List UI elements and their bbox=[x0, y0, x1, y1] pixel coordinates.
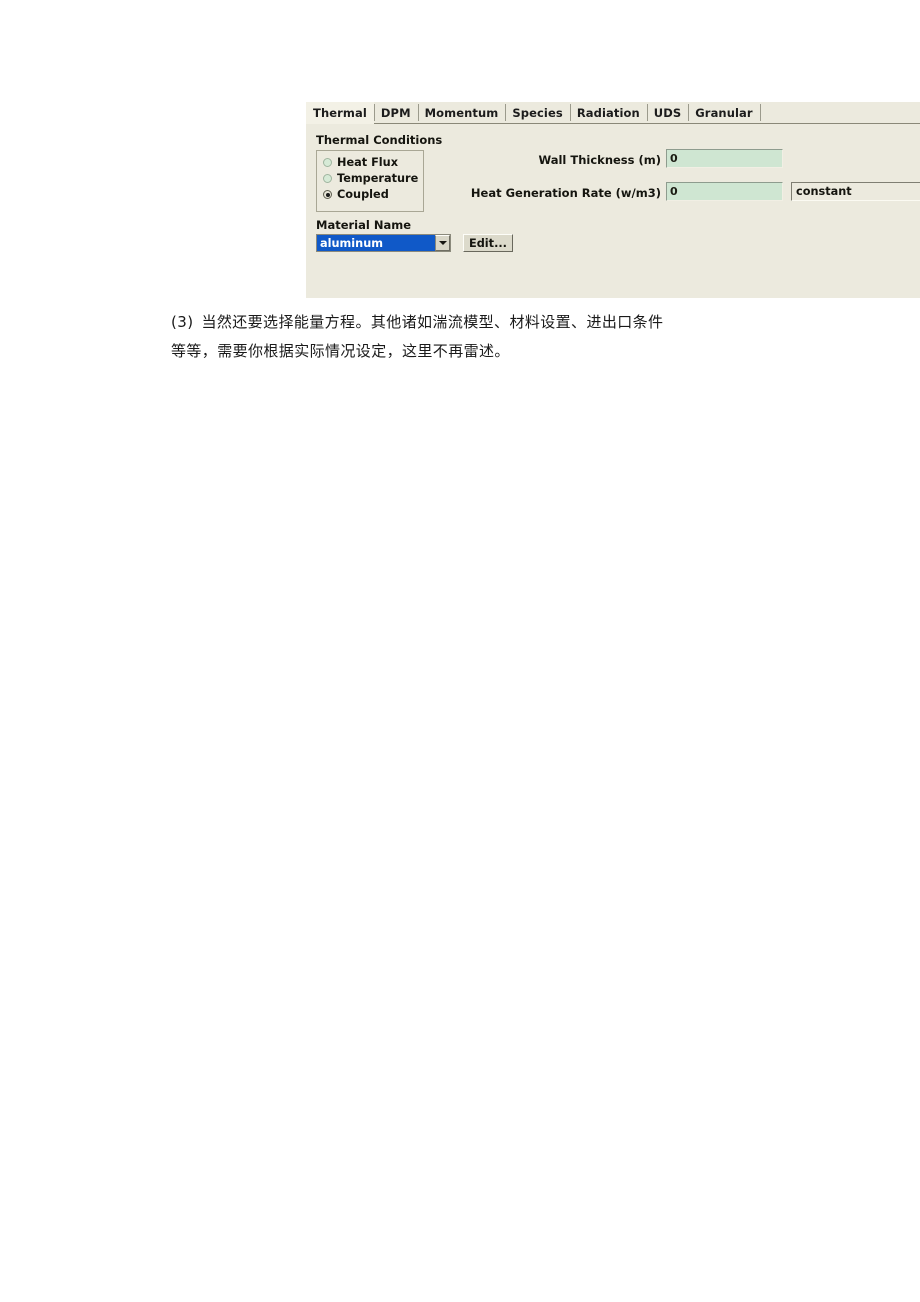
wall-boundary-condition-panel: Thermal DPM Momentum Species Radiation U… bbox=[306, 102, 920, 298]
radio-temperature-label: Temperature bbox=[337, 172, 419, 185]
radio-coupled-label: Coupled bbox=[337, 188, 389, 201]
chevron-down-icon[interactable] bbox=[435, 235, 450, 251]
tab-dpm[interactable]: DPM bbox=[373, 102, 418, 123]
tab-uds-label: UDS bbox=[653, 105, 682, 120]
material-name-value: aluminum bbox=[317, 235, 435, 251]
tab-granular[interactable]: Granular bbox=[688, 102, 760, 123]
tab-strip-filler bbox=[761, 102, 920, 123]
tab-thermal[interactable]: Thermal bbox=[306, 102, 374, 124]
wall-thickness-input[interactable]: 0 bbox=[666, 149, 783, 168]
document-paragraph: (3) 当然还要选择能量方程。其他诸如湍流模型、材料设置、进出口条件 等等，需要你… bbox=[171, 308, 791, 366]
radio-button-icon bbox=[323, 174, 332, 183]
tab-dpm-label: DPM bbox=[380, 105, 411, 120]
radio-heat-flux-label: Heat Flux bbox=[337, 156, 398, 169]
tab-species[interactable]: Species bbox=[505, 102, 570, 123]
wall-thickness-label: Wall Thickness (m) bbox=[538, 153, 661, 167]
tab-radiation[interactable]: Radiation bbox=[569, 102, 647, 123]
thermal-conditions-group: Heat Flux Temperature Coupled bbox=[316, 150, 424, 212]
radio-heat-flux[interactable]: Heat Flux bbox=[323, 155, 398, 170]
tab-momentum[interactable]: Momentum bbox=[417, 102, 506, 123]
tab-thermal-label: Thermal bbox=[313, 105, 367, 120]
tab-momentum-label: Momentum bbox=[424, 105, 499, 120]
radio-button-selected-icon bbox=[323, 190, 332, 199]
radio-coupled[interactable]: Coupled bbox=[323, 187, 389, 202]
tab-radiation-label: Radiation bbox=[576, 105, 640, 120]
heat-generation-rate-label: Heat Generation Rate (w/m3) bbox=[470, 186, 661, 200]
tab-uds[interactable]: UDS bbox=[646, 102, 689, 123]
heat-generation-rate-input[interactable]: 0 bbox=[666, 182, 783, 201]
thermal-conditions-label: Thermal Conditions bbox=[316, 133, 443, 147]
paragraph-number: (3) bbox=[171, 313, 194, 331]
tab-species-label: Species bbox=[512, 105, 563, 120]
edit-material-button[interactable]: Edit... bbox=[463, 234, 513, 252]
tab-end-separator bbox=[759, 102, 761, 123]
tab-strip: Thermal DPM Momentum Species Radiation U… bbox=[306, 102, 920, 124]
material-name-dropdown[interactable]: aluminum bbox=[316, 234, 451, 252]
tab-granular-label: Granular bbox=[695, 105, 753, 120]
radio-button-icon bbox=[323, 158, 332, 167]
radio-temperature[interactable]: Temperature bbox=[323, 171, 418, 186]
material-name-label: Material Name bbox=[316, 218, 411, 232]
heat-generation-profile-dropdown[interactable]: constant bbox=[791, 182, 920, 201]
paragraph-line-2: 等等，需要你根据实际情况设定，这里不再雷述。 bbox=[171, 342, 510, 360]
material-name-row: aluminum Edit... bbox=[316, 234, 513, 252]
paragraph-line-1: 当然还要选择能量方程。其他诸如湍流模型、材料设置、进出口条件 bbox=[201, 313, 664, 331]
